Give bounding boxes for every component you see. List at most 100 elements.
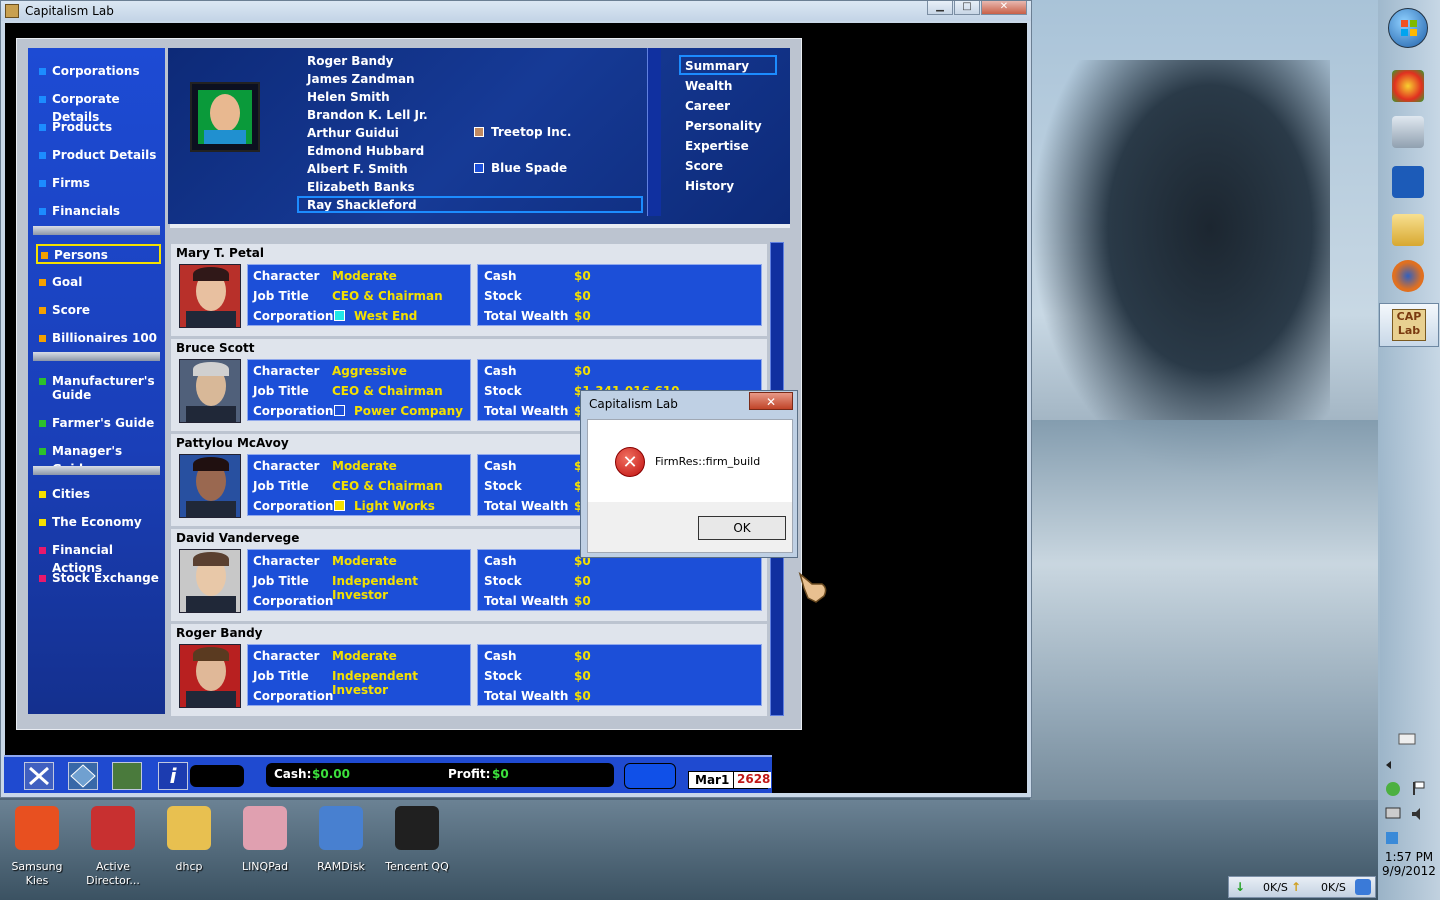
monitor-tray-icon[interactable]	[1384, 806, 1402, 822]
desktop-icon-label: LINQPad	[241, 860, 289, 873]
tools-button[interactable]	[24, 762, 54, 790]
legend-swatch	[474, 127, 484, 137]
desktop-icon-label: RAMDisk	[317, 860, 365, 873]
nav-item-score[interactable]: Score	[36, 301, 161, 321]
clock-time: 1:57 PM	[1384, 850, 1434, 864]
corp-color-swatch	[334, 405, 345, 416]
maximize-button[interactable]: □	[954, 1, 980, 15]
tab-personality[interactable]: Personality	[685, 119, 762, 133]
desktop-icon-dhcp[interactable]: dhcp	[154, 806, 224, 874]
dialog-close-button[interactable]: ✕	[749, 392, 793, 410]
nav-item-corporations[interactable]: Corporations	[36, 62, 161, 82]
person-photo	[179, 644, 241, 708]
nav-item-farmer-s-guide[interactable]: Farmer's Guide	[36, 414, 161, 434]
tab-score[interactable]: Score	[685, 159, 723, 173]
cash-value: $0	[574, 269, 591, 283]
tab-history[interactable]: History	[685, 179, 734, 193]
corporation-value[interactable]: West End	[354, 309, 417, 323]
title-bar[interactable]: Capitalism Lab ▁ □ ✕	[1, 1, 1031, 21]
upload-speed: 0K/S	[1321, 881, 1346, 894]
start-button[interactable]	[1388, 8, 1428, 48]
minimize-button[interactable]: ▁	[927, 1, 953, 15]
remote-desktop-taskbar-icon[interactable]	[1392, 116, 1424, 148]
desktop-icon-active-director[interactable]: Active Director...	[78, 806, 148, 888]
tray-expand-icon[interactable]	[1384, 760, 1394, 770]
nav-bullet-icon	[39, 547, 46, 554]
corporation-value[interactable]: Light Works	[354, 499, 435, 513]
job-title-value: Independent Investor	[332, 669, 419, 697]
character-value: Aggressive	[332, 364, 407, 378]
person-list-item[interactable]: Brandon K. Lell Jr.	[307, 108, 428, 122]
cash-label: Cash	[484, 554, 517, 568]
ie-icon[interactable]	[1355, 879, 1371, 895]
info-button[interactable]: i	[158, 762, 188, 790]
person-list-item[interactable]: Roger Bandy	[307, 54, 394, 68]
person-list-item[interactable]: Arthur Guidui	[307, 126, 399, 140]
character-label: Character	[253, 554, 320, 568]
person-list-item[interactable]: James Zandman	[307, 72, 415, 86]
nav-item-financials[interactable]: Financials	[36, 202, 161, 222]
nav-item-corporate-details[interactable]: Corporate Details	[36, 90, 161, 124]
upload-arrow-icon: ↑	[1291, 880, 1302, 894]
nav-bullet-icon	[39, 279, 46, 286]
date-day: 1	[721, 773, 730, 787]
nav-item-product-details[interactable]: Product Details	[36, 146, 161, 166]
nav-item-firms[interactable]: Firms	[36, 174, 161, 194]
desktop-icon-linqpad[interactable]: LINQPad	[230, 806, 300, 874]
nav-item-manager-s-guide[interactable]: Manager's Guide	[36, 442, 161, 476]
nav-item-billionaires-100[interactable]: Billionaires 100	[36, 329, 161, 349]
game-date: Mar 1 2628	[688, 771, 771, 789]
clock[interactable]: 1:57 PM 9/9/2012	[1380, 850, 1438, 878]
nav-item-cities[interactable]: Cities	[36, 485, 161, 505]
profit-label: Profit:	[448, 767, 491, 781]
person-list-item[interactable]: Edmond Hubbard	[307, 144, 424, 158]
person-list-item[interactable]: Albert F. Smith	[307, 162, 408, 176]
ok-button[interactable]: OK	[698, 516, 786, 540]
nav-item-persons[interactable]: Persons	[36, 244, 161, 264]
desktop-icon-ramdisk[interactable]: RAMDisk	[306, 806, 376, 874]
person-card[interactable]: Roger Bandy Character Moderate Job Title Ind…	[171, 624, 767, 716]
caplab-logo: CAP Lab	[1392, 309, 1426, 341]
nav-item-manufacturer-s-guide[interactable]: Manufacturer's Guide	[36, 372, 161, 406]
chrome-taskbar-icon[interactable]	[1392, 70, 1424, 102]
shortcut-icon	[91, 806, 135, 850]
nav-item-goal[interactable]: Goal	[36, 273, 161, 293]
person-wealth-box: Cash $0 Stock $0 Total Wealth $0	[477, 549, 762, 611]
nav-item-the-economy[interactable]: The Economy	[36, 513, 161, 533]
nav-item-products[interactable]: Products	[36, 118, 161, 138]
tab-wealth[interactable]: Wealth	[685, 79, 732, 93]
network-tray-icon[interactable]	[1384, 780, 1402, 798]
volume-tray-icon[interactable]	[1410, 806, 1426, 822]
person-list-scrollbar[interactable]	[647, 48, 661, 216]
nav-item-financial-actions[interactable]: Financial Actions	[36, 541, 161, 575]
tab-summary[interactable]: Summary	[685, 59, 749, 73]
person-list-item[interactable]: Elizabeth Banks	[307, 180, 415, 194]
person-list-item[interactable]: Helen Smith	[307, 90, 390, 104]
speed-button[interactable]	[624, 763, 676, 789]
tab-expertise[interactable]: Expertise	[685, 139, 749, 153]
world-map-button[interactable]	[112, 762, 142, 790]
explorer-taskbar-icon[interactable]	[1392, 214, 1424, 246]
tab-career[interactable]: Career	[685, 99, 730, 113]
person-card[interactable]: Mary T. Petal Character Moderate Job Title C…	[171, 244, 767, 336]
corporation-value[interactable]: Power Company	[354, 404, 463, 418]
bluetooth-tray-icon[interactable]	[1384, 830, 1400, 846]
powershell-taskbar-icon[interactable]	[1392, 166, 1424, 198]
flag-tray-icon[interactable]	[1410, 780, 1426, 796]
keyboard-icon[interactable]	[1398, 732, 1416, 746]
status-slot	[190, 765, 244, 787]
total-wealth-label: Total Wealth	[484, 689, 569, 703]
job-title-label: Job Title	[253, 289, 309, 303]
firefox-taskbar-icon[interactable]	[1392, 260, 1424, 292]
total-wealth-value: $0	[574, 309, 591, 323]
nav-item-stock-exchange[interactable]: Stock Exchange	[36, 569, 161, 589]
close-button[interactable]: ✕	[981, 1, 1027, 15]
map-grid-button[interactable]	[68, 762, 98, 790]
person-name: Pattylou McAvoy	[176, 436, 289, 450]
desktop-icon-tencent-qq[interactable]: Tencent QQ	[382, 806, 452, 874]
total-wealth-label: Total Wealth	[484, 309, 569, 323]
cash-label: Cash	[484, 269, 517, 283]
desktop-icon-samsung-kies[interactable]: Samsung Kies	[2, 806, 72, 888]
caplab-taskbar-button[interactable]: CAP Lab	[1379, 303, 1439, 347]
nav-item-label: The Economy	[52, 515, 142, 529]
